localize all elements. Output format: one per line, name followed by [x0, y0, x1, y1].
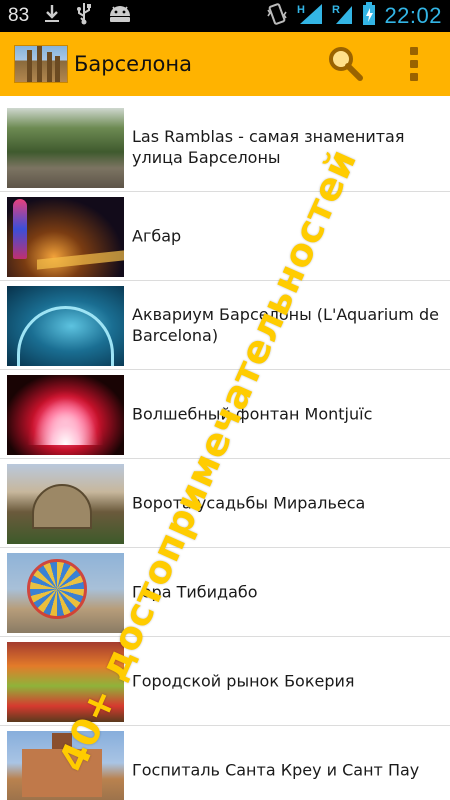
android-icon: [107, 2, 133, 30]
vibrate-icon: [266, 2, 288, 31]
signal-icon: H: [296, 2, 324, 31]
list-item-thumbnail: [7, 108, 124, 188]
list-item-thumbnail: [7, 464, 124, 544]
list-item-title: Аквариум Барселоны (L'Aquarium de Barcel…: [132, 305, 439, 345]
list-item-thumbnail: [7, 286, 124, 366]
list-item[interactable]: Las Ramblas - самая знаменитая улица Бар…: [0, 103, 450, 192]
usb-icon: [75, 1, 93, 31]
list-item-thumbnail: [7, 197, 124, 277]
attractions-list: Las Ramblas - самая знаменитая улица Бар…: [0, 96, 450, 800]
list-item-thumbnail: [7, 553, 124, 633]
status-left: 83: [8, 1, 133, 31]
list-item[interactable]: Агбар: [0, 192, 450, 281]
list-item[interactable]: Волшебный фонтан Montjuïc: [0, 370, 450, 459]
list-item[interactable]: Гора Тибидабо: [0, 548, 450, 637]
overflow-menu-icon: [410, 47, 418, 55]
list-item-title: Госпиталь Санта Креу и Сант Пау: [132, 760, 420, 780]
list-item[interactable]: Аквариум Барселоны (L'Aquarium de Barcel…: [0, 281, 450, 370]
list-item-title: Las Ramblas - самая знаменитая улица Бар…: [132, 127, 405, 167]
signal-roaming-icon: R: [332, 2, 354, 31]
search-button[interactable]: [326, 44, 366, 84]
list-item-thumbnail: [7, 731, 124, 800]
status-bar: 83 H R 22:02: [0, 0, 450, 32]
page-title: Барселона: [74, 52, 192, 76]
app-logo-image[interactable]: [14, 45, 68, 83]
list-item-title: Агбар: [132, 226, 182, 246]
action-bar: Барселона: [0, 32, 450, 96]
list-item-title: Волшебный фонтан Montjuïc: [132, 404, 373, 424]
list-item-title: Гора Тибидабо: [132, 582, 258, 602]
battery-charging-icon: [362, 1, 376, 31]
list-item-title: Городской рынок Бокерия: [132, 671, 355, 691]
list-item[interactable]: Госпиталь Санта Креу и Сант Пау: [0, 726, 450, 800]
download-icon: [43, 3, 61, 29]
list-item-thumbnail: [7, 375, 124, 455]
status-right: H R 22:02: [266, 1, 442, 31]
search-icon: [329, 47, 363, 81]
status-clock: 22:02: [384, 3, 442, 28]
list-item[interactable]: Городской рынок Бокерия: [0, 637, 450, 726]
overflow-menu-button[interactable]: [404, 44, 424, 84]
list-item[interactable]: Ворота усадьбы Миральеса: [0, 459, 450, 548]
notification-count: 83: [8, 5, 30, 26]
network-r-label: R: [332, 4, 340, 16]
list-item-thumbnail: [7, 642, 124, 722]
network-h-label: H: [297, 4, 305, 16]
list-item-title: Ворота усадьбы Миральеса: [132, 493, 366, 513]
